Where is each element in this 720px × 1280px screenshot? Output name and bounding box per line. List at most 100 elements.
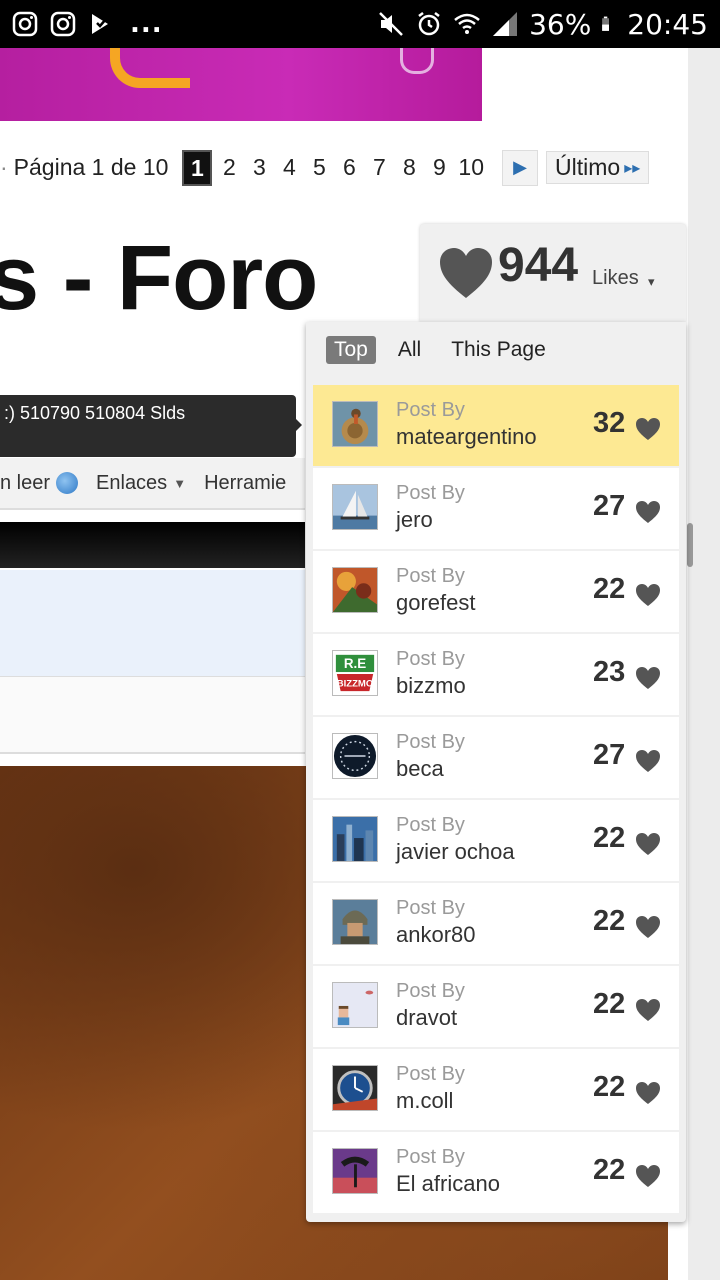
list-item[interactable]: Post By El africano 22 bbox=[313, 1132, 679, 1213]
list-item[interactable]: Post By dravot 22 bbox=[313, 966, 679, 1047]
post-by-label: Post By bbox=[396, 482, 465, 504]
ad-banner[interactable] bbox=[0, 48, 482, 121]
nav-tools-label: Herramie bbox=[204, 471, 287, 494]
cactus-graphic bbox=[400, 48, 434, 74]
instagram-icon bbox=[50, 11, 76, 37]
username[interactable]: bizzmo bbox=[396, 673, 466, 699]
post-by-label: Post By bbox=[396, 565, 465, 587]
page-link[interactable]: 2 bbox=[216, 152, 242, 183]
username[interactable]: El africano bbox=[396, 1171, 500, 1197]
heart-icon bbox=[636, 1082, 660, 1104]
mute-icon bbox=[379, 12, 403, 36]
likes-dropdown: Top All This Page Post By mateargentino … bbox=[306, 322, 686, 1222]
username[interactable]: jero bbox=[396, 507, 433, 533]
username[interactable]: ankor80 bbox=[396, 922, 476, 948]
next-arrow-icon: ▶ bbox=[513, 157, 527, 177]
like-count: 23 bbox=[593, 656, 626, 688]
thread-header-bar bbox=[0, 522, 305, 568]
instagram-icon bbox=[12, 11, 38, 37]
avatar bbox=[332, 1148, 378, 1194]
list-item[interactable]: Post By mateargentino 32 bbox=[313, 385, 679, 466]
forum-nav-bar: n leer Enlaces ▼ Herramie bbox=[0, 458, 305, 510]
tab-top[interactable]: Top bbox=[326, 336, 376, 364]
username[interactable]: beca bbox=[396, 756, 444, 782]
page-link[interactable]: 8 bbox=[396, 152, 422, 183]
wifi-icon bbox=[454, 13, 480, 34]
username[interactable]: javier ochoa bbox=[396, 839, 515, 865]
list-item[interactable]: Post By jero 27 bbox=[313, 468, 679, 549]
like-count: 22 bbox=[593, 1071, 626, 1103]
delivery-app-icon bbox=[92, 14, 108, 34]
heart-icon bbox=[636, 833, 660, 855]
nav-unread[interactable]: n leer bbox=[0, 471, 79, 495]
avatar bbox=[332, 567, 378, 613]
like-count: 32 bbox=[593, 407, 626, 439]
avatar: R.E BIZZMO bbox=[332, 650, 378, 696]
heart-icon bbox=[440, 248, 492, 298]
nav-unread-label: n leer bbox=[0, 471, 51, 494]
likes-count: 944 bbox=[498, 239, 579, 292]
avatar bbox=[332, 733, 378, 779]
page-scrollbar[interactable] bbox=[687, 523, 693, 567]
double-arrow-icon: ▸▸ bbox=[624, 159, 641, 177]
like-count: 22 bbox=[593, 573, 626, 605]
list-item[interactable]: Post By ankor80 22 bbox=[313, 883, 679, 964]
post-by-label: Post By bbox=[396, 731, 465, 753]
avatar bbox=[332, 484, 378, 530]
post-toolbar-area bbox=[0, 676, 305, 754]
page-link[interactable]: 10 bbox=[456, 152, 486, 183]
page-link[interactable]: 7 bbox=[366, 152, 392, 183]
username[interactable]: dravot bbox=[396, 1005, 457, 1031]
post-by-label: Post By bbox=[396, 1063, 465, 1085]
pager-separator: · bbox=[0, 154, 8, 180]
page-link[interactable]: 5 bbox=[306, 152, 332, 183]
battery-percent: 36% bbox=[529, 7, 592, 41]
likes-summary[interactable]: 944 Likes ▾ bbox=[420, 224, 686, 322]
list-item[interactable]: Post By javier ochoa 22 bbox=[313, 800, 679, 881]
like-count: 22 bbox=[593, 822, 626, 854]
likes-label: Likes bbox=[592, 267, 639, 289]
last-page-button[interactable]: Último ▸▸ bbox=[546, 151, 650, 184]
like-count: 22 bbox=[593, 1154, 626, 1186]
signal-icon bbox=[493, 12, 518, 36]
post-by-label: Post By bbox=[396, 814, 465, 836]
list-item[interactable]: Post By m.coll 22 bbox=[313, 1049, 679, 1130]
like-count: 22 bbox=[593, 905, 626, 937]
username[interactable]: m.coll bbox=[396, 1088, 453, 1114]
globe-icon bbox=[56, 472, 79, 494]
page-link[interactable]: 3 bbox=[246, 152, 272, 183]
page-link-current[interactable]: 1 bbox=[182, 149, 213, 186]
tab-this-page[interactable]: This Page bbox=[443, 336, 554, 364]
heart-icon bbox=[636, 999, 660, 1021]
heart-icon bbox=[636, 750, 660, 772]
heart-icon bbox=[636, 501, 660, 523]
nav-tools[interactable]: Herramie bbox=[204, 472, 286, 495]
avatar bbox=[332, 816, 378, 862]
username[interactable]: gorefest bbox=[396, 590, 476, 616]
username[interactable]: mateargentino bbox=[396, 424, 537, 450]
svg-text:BIZZMO: BIZZMO bbox=[337, 678, 374, 689]
clock: 20:45 bbox=[627, 7, 708, 41]
tab-all[interactable]: All bbox=[390, 336, 429, 364]
page-link[interactable]: 6 bbox=[336, 152, 362, 183]
heart-icon bbox=[636, 667, 660, 689]
post-by-label: Post By bbox=[396, 648, 465, 670]
caret-down-icon: ▼ bbox=[173, 475, 187, 491]
nav-links-label: Enlaces bbox=[96, 471, 168, 494]
status-bar-right: 36% 20:45 bbox=[377, 8, 708, 41]
banner-side-area bbox=[482, 48, 688, 140]
list-item[interactable]: Post By gorefest 22 bbox=[313, 551, 679, 632]
page-count-label: Página 1 de 10 bbox=[13, 154, 169, 180]
last-page-label: Último bbox=[555, 154, 621, 180]
list-item[interactable]: R.E BIZZMO Post By bizzmo 23 bbox=[313, 634, 679, 715]
next-page-button[interactable]: ▶ bbox=[502, 149, 539, 186]
nav-links[interactable]: Enlaces ▼ bbox=[96, 472, 186, 495]
list-item[interactable]: Post By beca 27 bbox=[313, 717, 679, 798]
post-by-label: Post By bbox=[396, 897, 465, 919]
like-count: 27 bbox=[593, 739, 626, 771]
page-link[interactable]: 4 bbox=[276, 152, 302, 183]
notice-tooltip-arrow bbox=[294, 417, 302, 433]
avatar bbox=[332, 982, 378, 1028]
page-link[interactable]: 9 bbox=[426, 152, 452, 183]
forum-title: s - Foro bbox=[0, 227, 318, 329]
